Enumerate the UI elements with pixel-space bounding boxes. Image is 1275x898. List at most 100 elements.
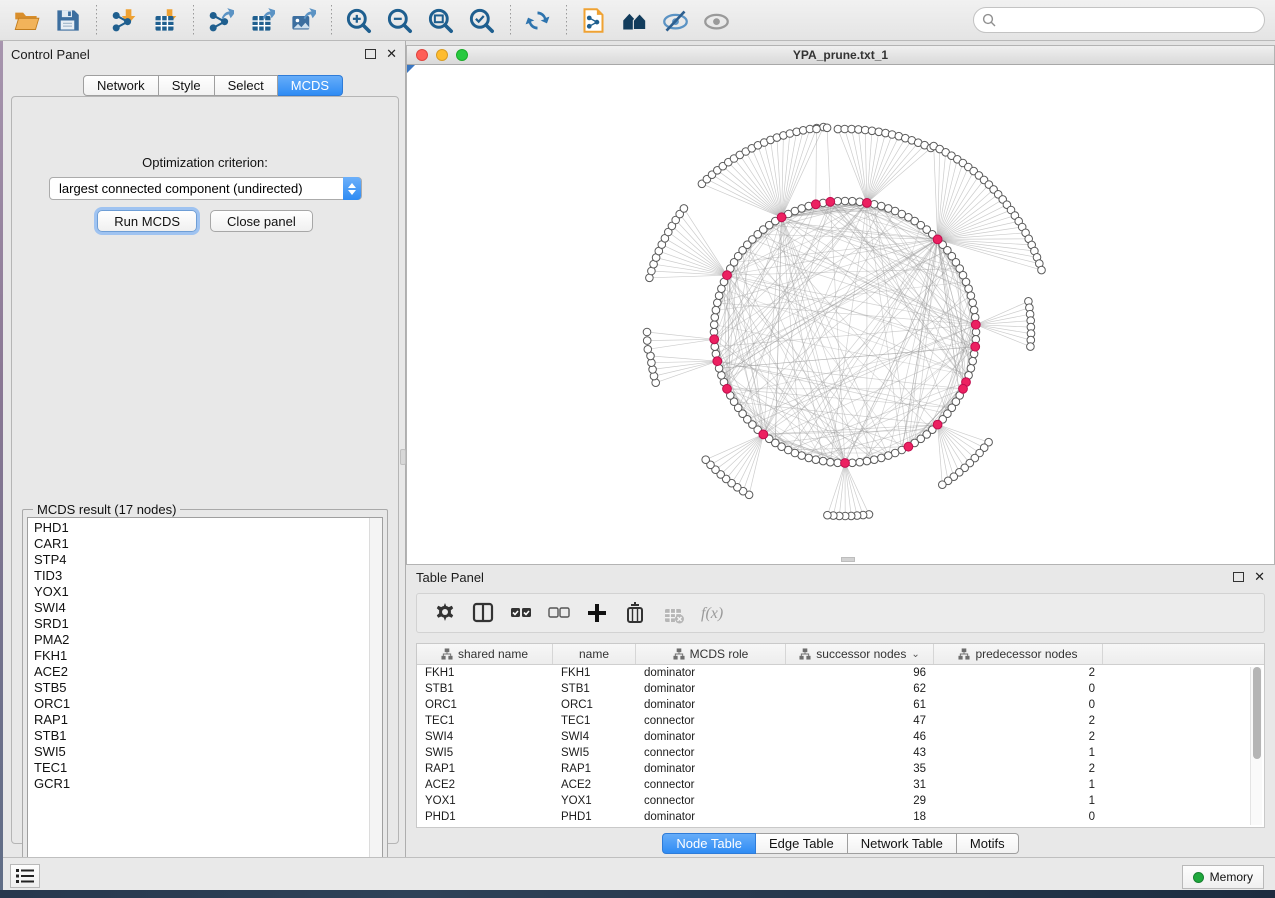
table-row[interactable]: PHD1PHD1dominator180 (417, 809, 1264, 825)
mcds-hub-node[interactable] (933, 235, 942, 244)
network-node[interactable] (823, 124, 831, 132)
splitter-grip-horizontal[interactable] (841, 557, 855, 562)
table-scrollbar-thumb[interactable] (1253, 667, 1261, 759)
network-node[interactable] (805, 454, 813, 462)
network-node[interactable] (841, 197, 849, 205)
criterion-dropdown[interactable]: largest connected component (undirected) (49, 177, 362, 200)
network-node[interactable] (885, 452, 893, 460)
first-neighbors-button[interactable] (618, 4, 650, 36)
table-scrollbar[interactable] (1250, 667, 1262, 825)
table-row[interactable]: SWI4SWI4dominator462 (417, 729, 1264, 745)
table-row[interactable]: RAP1RAP1dominator352 (417, 761, 1264, 777)
zoom-fit-button[interactable] (424, 4, 456, 36)
hide-selected-button[interactable] (659, 4, 691, 36)
zoom-out-button[interactable] (383, 4, 415, 36)
mcds-result-node[interactable]: YOX1 (34, 584, 382, 600)
memory-button[interactable]: Memory (1182, 865, 1264, 889)
table-row[interactable]: STB1STB1dominator620 (417, 681, 1264, 697)
network-node[interactable] (710, 321, 718, 329)
mcds-hub-node[interactable] (959, 384, 968, 393)
mcds-hub-node[interactable] (933, 420, 942, 429)
mcds-result-node[interactable]: TEC1 (34, 760, 382, 776)
show-columns-button[interactable] (469, 599, 497, 627)
open-file-button[interactable] (10, 4, 42, 36)
float-panel-icon[interactable] (365, 49, 376, 59)
show-all-button[interactable] (700, 4, 732, 36)
export-image-button[interactable] (286, 4, 318, 36)
network-node[interactable] (680, 205, 688, 213)
mcds-hub-node[interactable] (811, 200, 820, 209)
mcds-hub-node[interactable] (759, 430, 768, 439)
mcds-result-node[interactable]: PHD1 (34, 520, 382, 536)
network-node[interactable] (970, 306, 978, 314)
table-tab-node-table[interactable]: Node Table (662, 833, 756, 854)
network-node[interactable] (798, 205, 806, 213)
network-node[interactable] (812, 456, 820, 464)
network-node[interactable] (715, 292, 723, 300)
mcds-result-node[interactable]: GCR1 (34, 776, 382, 792)
network-node[interactable] (939, 481, 947, 489)
network-node[interactable] (643, 328, 651, 336)
network-node[interactable] (819, 457, 827, 465)
network-node[interactable] (863, 457, 871, 465)
mcds-result-node[interactable]: RAP1 (34, 712, 382, 728)
delete-column-button[interactable] (621, 599, 649, 627)
new-network-from-selection-button[interactable] (577, 4, 609, 36)
network-node[interactable] (644, 346, 652, 354)
table-row[interactable]: TEC1TEC1connector472 (417, 713, 1264, 729)
mcds-hub-node[interactable] (777, 213, 786, 222)
search-input[interactable] (973, 7, 1265, 33)
network-node[interactable] (1038, 266, 1046, 274)
network-node[interactable] (824, 511, 832, 519)
mcds-result-node[interactable]: SWI4 (34, 600, 382, 616)
close-panel-icon[interactable]: ✕ (386, 49, 397, 59)
network-node[interactable] (849, 197, 857, 205)
network-node[interactable] (813, 125, 821, 133)
column-header-name[interactable]: name (553, 644, 636, 664)
network-node[interactable] (878, 454, 886, 462)
mcds-result-node[interactable]: CAR1 (34, 536, 382, 552)
splitter-grip-vertical[interactable] (400, 449, 406, 465)
table-settings-button[interactable] (431, 599, 459, 627)
export-network-button[interactable] (204, 4, 236, 36)
network-canvas[interactable] (406, 65, 1275, 565)
select-all-button[interactable] (507, 599, 535, 627)
network-node[interactable] (718, 372, 726, 380)
network-node[interactable] (1027, 343, 1035, 351)
table-row[interactable]: YOX1YOX1connector291 (417, 793, 1264, 809)
run-mcds-button[interactable]: Run MCDS (97, 210, 197, 232)
result-list-scrollbar[interactable] (369, 518, 382, 873)
network-graph[interactable] (407, 65, 1274, 563)
table-row[interactable]: ACE2ACE2connector311 (417, 777, 1264, 793)
refresh-layout-button[interactable] (521, 4, 553, 36)
table-tab-network-table[interactable]: Network Table (848, 833, 957, 854)
close-panel-button[interactable]: Close panel (210, 210, 313, 232)
mcds-hub-node[interactable] (713, 357, 722, 366)
network-node[interactable] (702, 456, 710, 464)
column-header-predecessor-nodes[interactable]: predecessor nodes (934, 644, 1103, 664)
tab-network[interactable]: Network (83, 75, 159, 96)
mcds-hub-node[interactable] (841, 459, 850, 468)
network-node[interactable] (878, 202, 886, 210)
import-table-button[interactable] (148, 4, 180, 36)
tab-style[interactable]: Style (159, 75, 215, 96)
tab-select[interactable]: Select (215, 75, 278, 96)
mcds-result-node[interactable]: STP4 (34, 552, 382, 568)
network-node[interactable] (967, 292, 975, 300)
add-column-button[interactable] (583, 599, 611, 627)
network-node[interactable] (643, 337, 651, 345)
network-node[interactable] (870, 456, 878, 464)
mcds-hub-node[interactable] (826, 197, 835, 206)
mcds-hub-node[interactable] (723, 384, 732, 393)
mcds-result-node[interactable]: TID3 (34, 568, 382, 584)
mcds-result-node[interactable]: STB1 (34, 728, 382, 744)
mcds-hub-node[interactable] (710, 335, 719, 344)
network-node[interactable] (969, 357, 977, 365)
zoom-in-button[interactable] (342, 4, 374, 36)
task-history-button[interactable] (10, 864, 40, 888)
mcds-result-node[interactable]: ACE2 (34, 664, 382, 680)
export-table-button[interactable] (245, 4, 277, 36)
unselect-all-button[interactable] (545, 599, 573, 627)
network-node[interactable] (965, 285, 973, 293)
save-session-button[interactable] (51, 4, 83, 36)
